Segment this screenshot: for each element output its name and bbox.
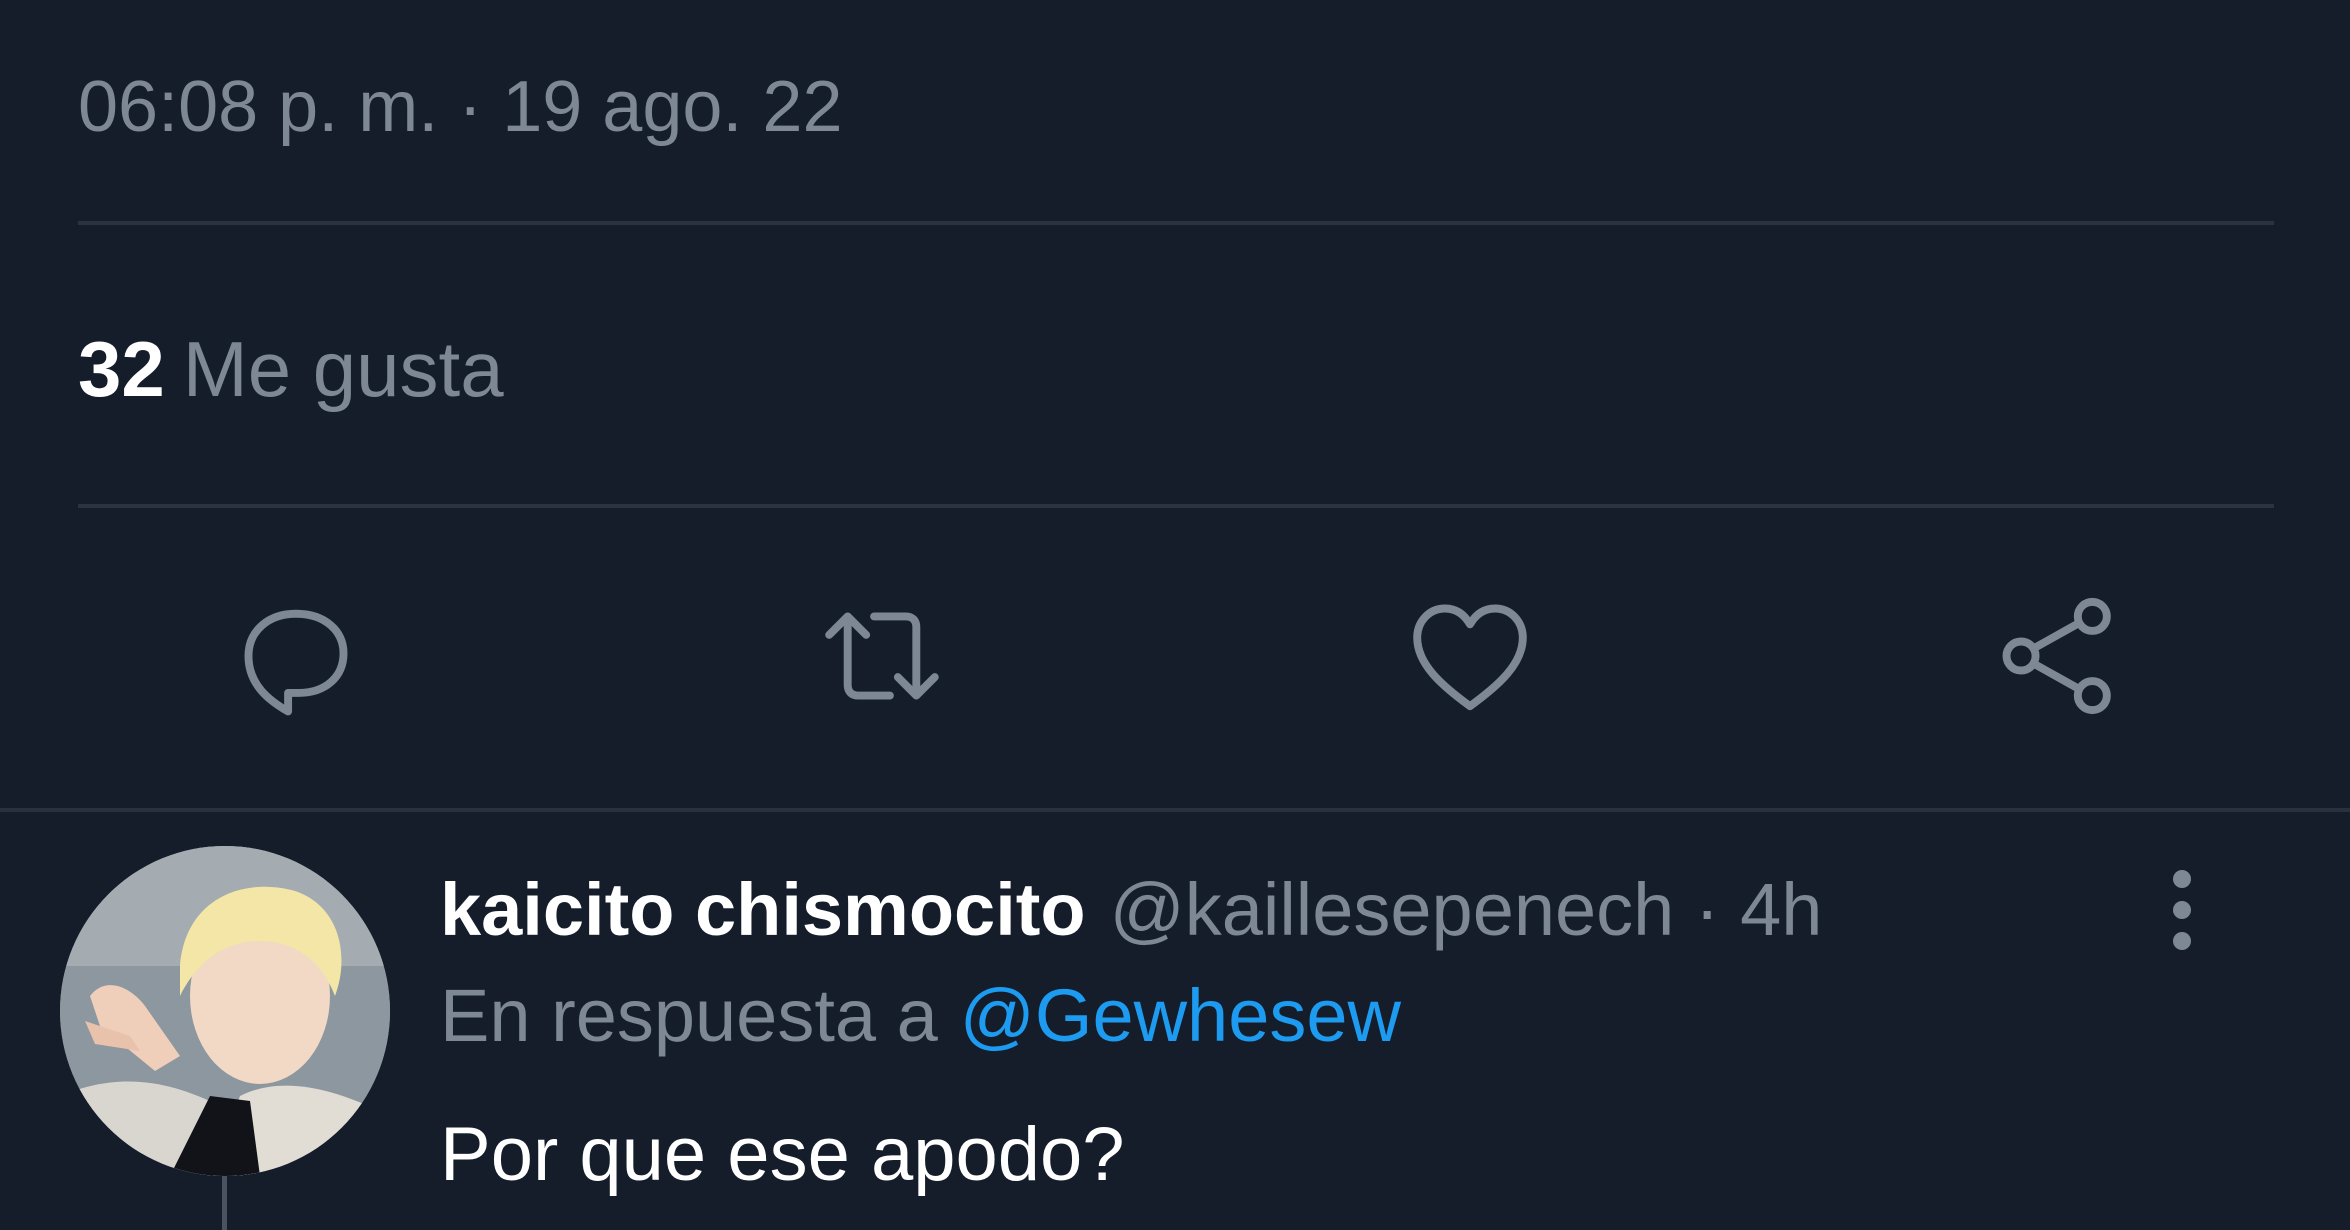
reply-button[interactable] <box>226 586 366 726</box>
likes-label: Me gusta <box>182 325 504 413</box>
share-button[interactable] <box>1988 586 2128 726</box>
reply-handle[interactable]: @kaillesepenech <box>1110 868 1675 951</box>
likes-summary[interactable]: 32 Me gusta <box>78 322 504 416</box>
tweet-actions-bar <box>0 586 2350 726</box>
reply-time: · 4h <box>1694 868 1823 951</box>
more-vertical-icon <box>2173 870 2191 950</box>
replying-to-prefix: En respuesta a <box>440 974 938 1057</box>
more-options-button[interactable] <box>2140 862 2224 958</box>
avatar-photo <box>60 846 390 1176</box>
avatar[interactable] <box>60 846 390 1176</box>
like-button[interactable] <box>1400 586 1540 726</box>
reply-text: Por que ese apodo? <box>440 1112 1125 1197</box>
replying-to-line: En respuesta a @Gewhesew <box>440 970 1401 1062</box>
heart-icon <box>1413 604 1527 711</box>
reply-icon <box>244 609 348 716</box>
share-icon <box>2002 597 2111 715</box>
replying-to-user-link[interactable]: @Gewhesew <box>960 974 1401 1057</box>
retweet-icon <box>825 612 939 700</box>
reply-display-name[interactable]: kaicito chismocito <box>440 868 1086 951</box>
tweet-timestamp: 06:08 p. m. · 19 ago. 22 <box>78 67 843 147</box>
divider <box>78 504 2274 508</box>
thread-line <box>222 1176 227 1230</box>
reply-header: kaicito chismocito @kaillesepenech · 4h <box>440 864 1822 956</box>
likes-count: 32 <box>78 325 165 413</box>
retweet-button[interactable] <box>812 586 952 726</box>
section-divider <box>0 808 2350 812</box>
divider <box>78 221 2274 225</box>
tweet-detail-screen: 06:08 p. m. · 19 ago. 22 32 Me gusta kai… <box>0 0 2350 1230</box>
